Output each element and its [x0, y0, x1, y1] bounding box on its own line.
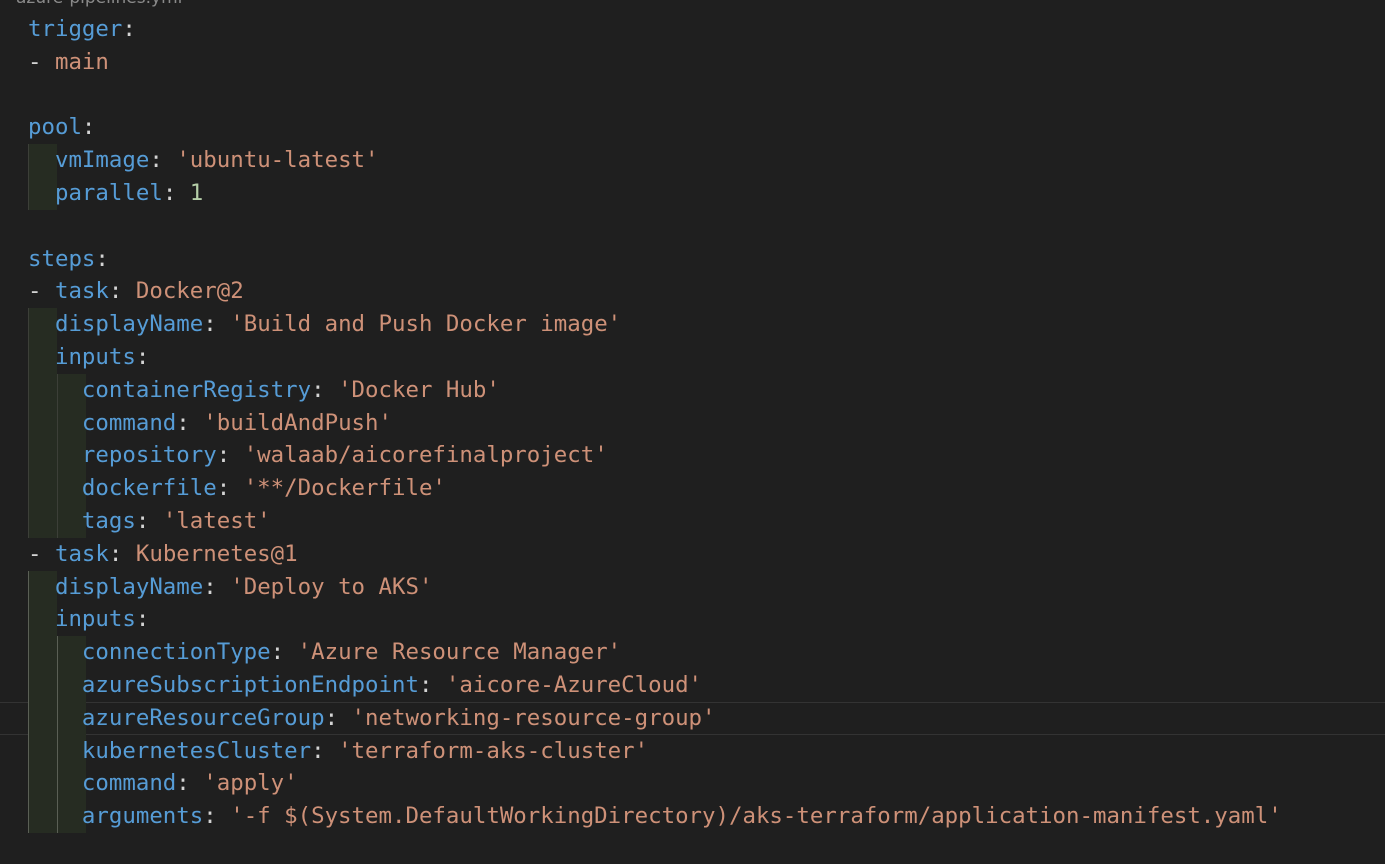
- yaml-key: inputs: [54, 343, 136, 370]
- yaml-value: 1: [189, 179, 204, 206]
- code-line[interactable]: steps:: [0, 243, 1385, 276]
- yaml-key: command: [81, 770, 177, 797]
- yaml-value: 'Docker Hub': [338, 376, 500, 403]
- yaml-value: 'networking-resource-group': [351, 704, 716, 731]
- yaml-value: '-f $(System.DefaultWorkingDirectory)/ak…: [230, 803, 1282, 830]
- code-line[interactable]: [0, 210, 1385, 243]
- code-line[interactable]: arguments: '-f $(System.DefaultWorkingDi…: [0, 800, 1385, 833]
- code-line[interactable]: pool:: [0, 111, 1385, 144]
- yaml-value: 'apply': [203, 770, 298, 797]
- yaml-value: 'Azure Resource Manager': [297, 639, 622, 666]
- code-editor[interactable]: azure-pipelines.yml trigger: - main pool…: [0, 0, 1385, 864]
- yaml-key: steps: [28, 245, 96, 272]
- code-line[interactable]: inputs:: [0, 340, 1385, 374]
- yaml-key: displayName: [54, 311, 204, 338]
- yaml-key: azureSubscriptionEndpoint: [81, 671, 419, 698]
- code-line[interactable]: kubernetesCluster: 'terraform-aks-cluste…: [0, 734, 1385, 768]
- yaml-key: connectionType: [81, 639, 271, 666]
- yaml-key: trigger: [28, 16, 123, 42]
- yaml-value: 'walaab/aicorefinalproject': [243, 442, 608, 469]
- yaml-key: repository: [81, 442, 217, 469]
- yaml-key: kubernetesCluster: [81, 737, 312, 764]
- file-tab-title[interactable]: azure-pipelines.yml: [16, 0, 182, 8]
- yaml-key: displayName: [54, 573, 204, 600]
- code-line[interactable]: parallel: 1: [0, 176, 1385, 210]
- code-line[interactable]: connectionType: 'Azure Resource Manager': [0, 636, 1385, 669]
- code-line[interactable]: - task: Docker@2: [0, 275, 1385, 308]
- yaml-key: parallel: [54, 179, 163, 206]
- code-line[interactable]: - task: Kubernetes@1: [0, 538, 1385, 571]
- yaml-value: 'ubuntu-latest': [176, 147, 379, 174]
- code-line[interactable]: - main: [0, 46, 1385, 79]
- yaml-key: pool: [28, 114, 82, 141]
- code-line[interactable]: tags: 'latest': [0, 504, 1385, 538]
- code-line[interactable]: vmImage: 'ubuntu-latest': [0, 144, 1385, 177]
- yaml-value: 'aicore-AzureCloud': [445, 671, 703, 698]
- yaml-value: main: [54, 48, 109, 75]
- yaml-value: Kubernetes@1: [135, 540, 298, 567]
- yaml-value: 'Deploy to AKS': [230, 573, 433, 600]
- code-line[interactable]: displayName: 'Build and Push Docker imag…: [0, 308, 1385, 341]
- code-line[interactable]: trigger:: [0, 13, 1385, 46]
- yaml-value: 'Build and Push Docker image': [230, 311, 622, 338]
- code-line[interactable]: command: 'buildAndPush': [0, 406, 1385, 440]
- code-lines[interactable]: trigger: - main pool: vmImage: 'ubuntu-l…: [0, 13, 1385, 833]
- yaml-value: Docker@2: [135, 278, 244, 305]
- yaml-value: 'latest': [162, 507, 271, 534]
- code-line[interactable]: azureSubscriptionEndpoint: 'aicore-Azure…: [0, 668, 1385, 702]
- yaml-key: task: [54, 278, 109, 305]
- yaml-value: 'buildAndPush': [203, 409, 392, 436]
- yaml-value: '**/Dockerfile': [243, 475, 446, 502]
- code-line[interactable]: command: 'apply': [0, 767, 1385, 801]
- code-line[interactable]: [0, 79, 1385, 112]
- yaml-value: 'terraform-aks-cluster': [338, 737, 649, 764]
- code-line[interactable]: dockerfile: '**/Dockerfile': [0, 472, 1385, 505]
- yaml-key: containerRegistry: [81, 376, 312, 403]
- yaml-key: vmImage: [54, 147, 150, 174]
- code-line[interactable]: repository: 'walaab/aicorefinalproject': [0, 439, 1385, 473]
- yaml-key: task: [54, 540, 109, 567]
- code-line[interactable]: containerRegistry: 'Docker Hub': [0, 373, 1385, 407]
- yaml-key: command: [81, 409, 177, 436]
- yaml-key: azureResourceGroup: [81, 704, 325, 731]
- current-code-line[interactable]: azureResourceGroup: 'networking-resource…: [0, 701, 1385, 735]
- yaml-key: dockerfile: [81, 475, 217, 502]
- code-line[interactable]: inputs:: [0, 603, 1385, 637]
- code-line[interactable]: displayName: 'Deploy to AKS': [0, 570, 1385, 604]
- yaml-key: inputs: [54, 606, 136, 633]
- yaml-key: tags: [81, 507, 136, 534]
- yaml-key: arguments: [81, 803, 204, 830]
